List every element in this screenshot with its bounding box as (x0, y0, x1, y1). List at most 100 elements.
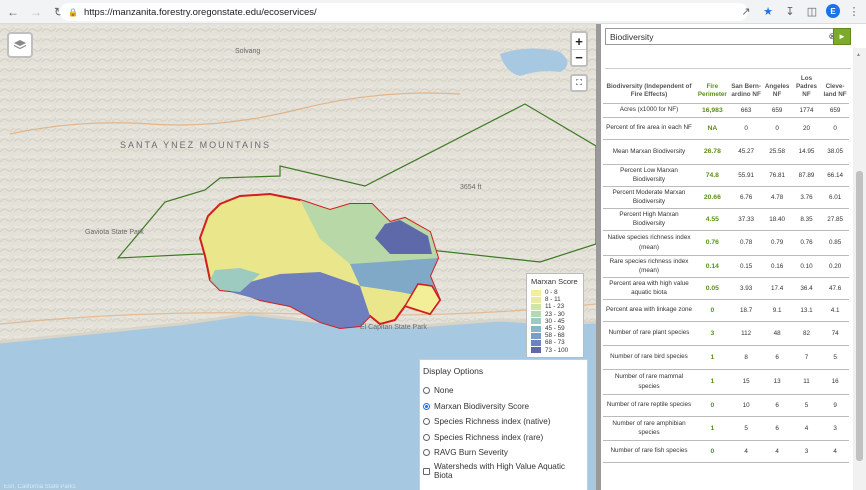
radio-button[interactable] (423, 387, 430, 395)
table-cell: 0 (762, 117, 792, 140)
legend-label: 45 - 59 (545, 325, 565, 333)
table-cell: 4 (821, 440, 849, 463)
table-row: Number of rare plant species 3 112 48 82 74 (603, 321, 849, 346)
radio-button[interactable] (423, 402, 430, 410)
table-cell: 20.66 (695, 186, 730, 209)
back-icon[interactable]: ← (3, 2, 23, 22)
table-cell: 18.40 (762, 208, 792, 231)
legend-item: 8 - 11 (531, 296, 579, 303)
row-label: Percent Low Marxan Biodiversity (603, 164, 695, 187)
column-header: San Bern- ardino NF (729, 74, 763, 104)
table-cell: 47.6 (821, 277, 849, 300)
display-option[interactable]: Watersheds with High Value Aquatic Biota (423, 462, 584, 480)
table-cell: 0.16 (762, 255, 792, 278)
legend-label: 68 - 73 (545, 339, 565, 347)
table-cell: 4.55 (695, 208, 730, 231)
scrollbar-thumb[interactable] (856, 171, 863, 461)
table-row: Native species richness index (mean) 0.76… (603, 230, 849, 256)
table-row: Percent area with high value aquatic bio… (603, 277, 849, 300)
bookmark-star-icon[interactable]: ★ (760, 3, 776, 19)
fullscreen-button[interactable]: ⛶ (570, 74, 588, 92)
table-cell: 10 (729, 394, 763, 417)
column-header: Los Padres NF (791, 74, 822, 104)
table-cell: 74.8 (695, 164, 730, 187)
search-value: Biodiversity (610, 32, 654, 42)
table-cell: 55.91 (729, 164, 763, 187)
table-cell: 82 (791, 321, 822, 346)
table-cell: 0.10 (791, 255, 822, 278)
table-cell: NA (695, 117, 730, 140)
table-cell: 4 (791, 416, 822, 441)
display-option[interactable]: None (423, 383, 584, 399)
address-bar[interactable]: 🔒 https://manzanita.forestry.oregonstate… (60, 3, 748, 21)
table-row: Mean Marxan Biodiversity 26.78 45.27 25.58 1… (603, 139, 849, 165)
table-cell: 45.27 (729, 139, 763, 165)
table-cell: 13.1 (791, 299, 822, 322)
radio-button[interactable] (423, 433, 430, 441)
table-cell: 16 (821, 369, 849, 395)
table-cell: 11 (791, 369, 822, 395)
option-label: Species Richness index (native) (434, 417, 551, 427)
scroll-up-icon[interactable]: ▲ (856, 52, 861, 58)
info-panel: Biodiversity ⊗ ► Biodiversity (Independe… (601, 24, 866, 490)
legend-item: 23 - 30 (531, 311, 579, 318)
table-row: Acres (x1000 for NF) 16,983 663 659 1774 659 (603, 103, 849, 118)
table-cell: 9 (821, 394, 849, 417)
column-header: Cleve- land NF (821, 74, 849, 104)
table-row: Percent of fire area in each NF NA 0 0 20 0 (603, 117, 849, 140)
search-button[interactable]: ► (833, 28, 851, 45)
display-option[interactable]: RAVG Burn Severity (423, 445, 584, 461)
row-label: Mean Marxan Biodiversity (603, 139, 695, 165)
table-cell: 4 (762, 440, 792, 463)
table-cell: 8.35 (791, 208, 822, 231)
checkbox[interactable] (423, 467, 430, 475)
table-cell: 0.78 (729, 230, 763, 256)
table-cell: 3 (695, 321, 730, 346)
row-label: Percent area with linkage zone (603, 299, 695, 322)
zoom-out-button[interactable]: − (572, 49, 586, 65)
table-cell: 0.14 (695, 255, 730, 278)
table-cell: 74 (821, 321, 849, 346)
legend-swatch (531, 332, 541, 339)
row-label: Percent of fire area in each NF (603, 117, 695, 140)
display-option[interactable]: Species Richness index (native) (423, 414, 584, 430)
side-panel-icon[interactable]: ◫ (804, 3, 820, 19)
zoom-control: + − (570, 31, 588, 67)
kebab-menu-icon[interactable]: ⋮ (846, 3, 862, 19)
layers-button[interactable] (7, 32, 33, 58)
table-cell: 1 (695, 369, 730, 395)
table-cell: 18.7 (729, 299, 763, 322)
display-option[interactable]: Marxan Biodiversity Score (423, 399, 584, 415)
share-icon[interactable]: ↗ (738, 3, 754, 19)
forward-icon[interactable]: → (26, 2, 46, 22)
radio-button[interactable] (423, 449, 430, 457)
table-cell: 3.76 (791, 186, 822, 209)
table-cell: 9.1 (762, 299, 792, 322)
biodiversity-table: Biodiversity (Independent of Fire Effect… (603, 74, 849, 463)
table-cell: 663 (729, 103, 763, 118)
row-label: Number of rare mammal species (603, 369, 695, 395)
legend-swatch (531, 318, 541, 325)
profile-avatar[interactable]: E (826, 4, 840, 18)
table-cell: 87.89 (791, 164, 822, 187)
table-row: Percent High Marxan Biodiversity 4.55 37.3… (603, 208, 849, 231)
radio-button[interactable] (423, 418, 430, 426)
table-cell: 4.1 (821, 299, 849, 322)
table-cell: 0.76 (695, 230, 730, 256)
display-option[interactable]: Species Richness index (rare) (423, 430, 584, 446)
panel-scrollbar[interactable]: ▲ (853, 48, 866, 490)
map-view[interactable]: Solvang SANTA YNEZ MOUNTAINS 3654 ft El … (0, 24, 596, 490)
table-cell: 13 (762, 369, 792, 395)
table-cell: 0.76 (791, 230, 822, 256)
table-cell: 659 (762, 103, 792, 118)
legend-item: 11 - 23 (531, 303, 579, 310)
divider (605, 68, 851, 69)
download-icon[interactable]: ↧ (782, 3, 798, 19)
table-cell: 5 (791, 394, 822, 417)
table-row: Percent Moderate Marxan Biodiversity 20.6… (603, 186, 849, 209)
search-input[interactable]: Biodiversity ⊗ (605, 28, 851, 45)
table-cell: 6 (762, 416, 792, 441)
table-cell: 20 (791, 117, 822, 140)
legend-swatch (531, 339, 541, 346)
zoom-in-button[interactable]: + (572, 33, 586, 49)
